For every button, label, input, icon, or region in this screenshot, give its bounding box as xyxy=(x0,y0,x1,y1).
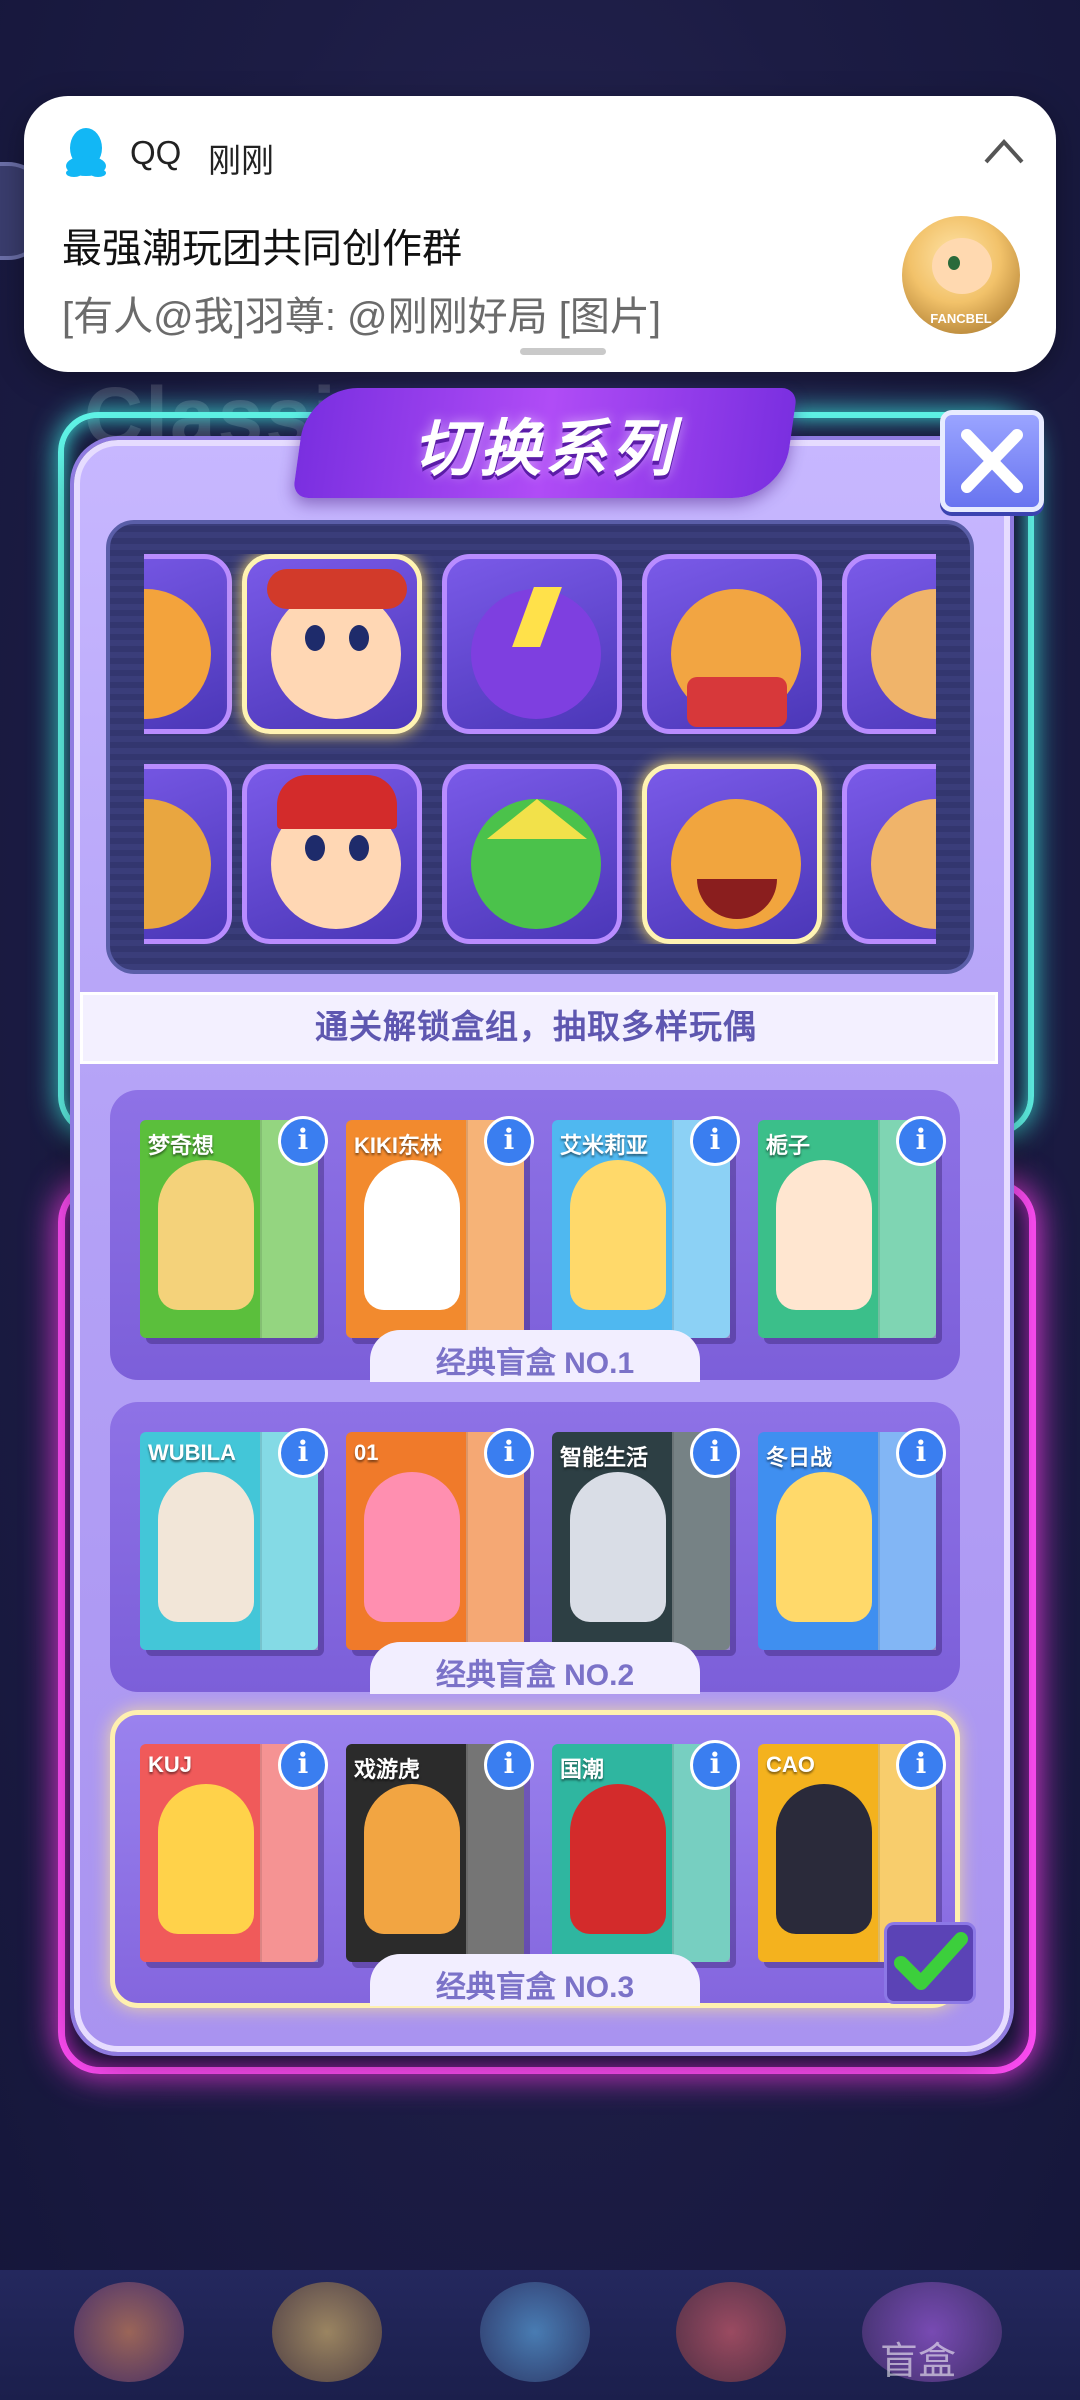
series-chip-tiger-general[interactable] xyxy=(642,554,822,734)
qq-penguin-icon xyxy=(66,128,106,177)
info-icon[interactable]: i xyxy=(484,1428,534,1478)
notification-app-name: QQ xyxy=(130,134,182,171)
notification-time: 刚刚 xyxy=(208,142,274,179)
info-icon[interactable]: i xyxy=(278,1428,328,1478)
info-icon[interactable]: i xyxy=(690,1116,740,1166)
series-chip-next-1[interactable] xyxy=(842,554,936,734)
info-icon[interactable]: i xyxy=(690,1740,740,1790)
info-icon[interactable]: i xyxy=(484,1740,534,1790)
selected-check-badge xyxy=(884,1922,976,2004)
info-icon[interactable]: i xyxy=(690,1428,740,1478)
series-chip-red-hat-boy[interactable] xyxy=(242,764,422,944)
box-label: 梦奇想 xyxy=(148,1133,215,1158)
box-label: 栀子 xyxy=(766,1133,811,1158)
info-icon[interactable]: i xyxy=(896,1740,946,1790)
chevron-up-icon[interactable] xyxy=(982,136,1026,166)
info-icon[interactable]: i xyxy=(278,1116,328,1166)
info-icon[interactable]: i xyxy=(896,1428,946,1478)
nav-icon-3[interactable] xyxy=(480,2282,590,2382)
series-chip-green-robot[interactable] xyxy=(442,764,622,944)
box-label: 戏游虎 xyxy=(354,1757,421,1782)
nav-icon-2[interactable] xyxy=(272,2282,382,2382)
box-label: 国潮 xyxy=(560,1757,605,1782)
row-label: 经典盲盒 NO.3 xyxy=(435,1971,635,2004)
close-button[interactable] xyxy=(940,410,1044,512)
box-label: 智能生活 xyxy=(560,1445,649,1470)
info-icon[interactable]: i xyxy=(278,1740,328,1790)
checkmark-icon xyxy=(894,1932,968,1990)
nav-icon-1[interactable] xyxy=(74,2282,184,2382)
row-label: 经典盲盒 NO.2 xyxy=(435,1659,635,1692)
series-chip-next-2[interactable] xyxy=(842,764,936,944)
info-icon[interactable]: i xyxy=(896,1116,946,1166)
box-label: CAO xyxy=(766,1752,815,1777)
nav-icon-4[interactable] xyxy=(676,2282,786,2382)
box-label: KIKI东林 xyxy=(354,1133,443,1158)
nav-label-blindbox[interactable]: 盲盒 xyxy=(880,2330,956,2385)
box-label: 01 xyxy=(354,1440,379,1465)
box-label: 艾米莉亚 xyxy=(560,1133,649,1158)
close-icon xyxy=(961,429,1023,493)
hint-text: 通关解锁盒组，抽取多样玩偶 xyxy=(315,1008,757,1045)
dialog-title: 切换系列 xyxy=(412,415,677,484)
notification-drag-handle[interactable] xyxy=(520,348,606,355)
sender-avatar: FANCBEL xyxy=(902,216,1020,334)
series-chip-opera-hero[interactable] xyxy=(242,554,422,734)
box-label: 冬日战 xyxy=(766,1445,833,1470)
series-chip-tiger-1[interactable] xyxy=(144,554,232,734)
box-label: KUJ xyxy=(148,1752,193,1777)
box-label: WUBILA xyxy=(148,1440,236,1465)
notification-title: 最强潮玩团共同创作群 xyxy=(62,227,462,271)
series-chip-monkey-king-tiger[interactable] xyxy=(642,764,822,944)
series-chip-tiger-2[interactable] xyxy=(144,764,232,944)
row-label: 经典盲盒 NO.1 xyxy=(435,1347,635,1380)
qq-notification[interactable]: QQ 刚刚 最强潮玩团共同创作群 [有人@我]羽尊: @刚刚好局 [图片] FA… xyxy=(24,96,1056,372)
notification-message: [有人@我]羽尊: @刚刚好局 [图片] xyxy=(62,295,662,339)
info-icon[interactable]: i xyxy=(484,1116,534,1166)
avatar-text: FANCBEL xyxy=(930,311,992,326)
series-chip-purple-robot[interactable] xyxy=(442,554,622,734)
series-character-grid xyxy=(106,520,974,974)
